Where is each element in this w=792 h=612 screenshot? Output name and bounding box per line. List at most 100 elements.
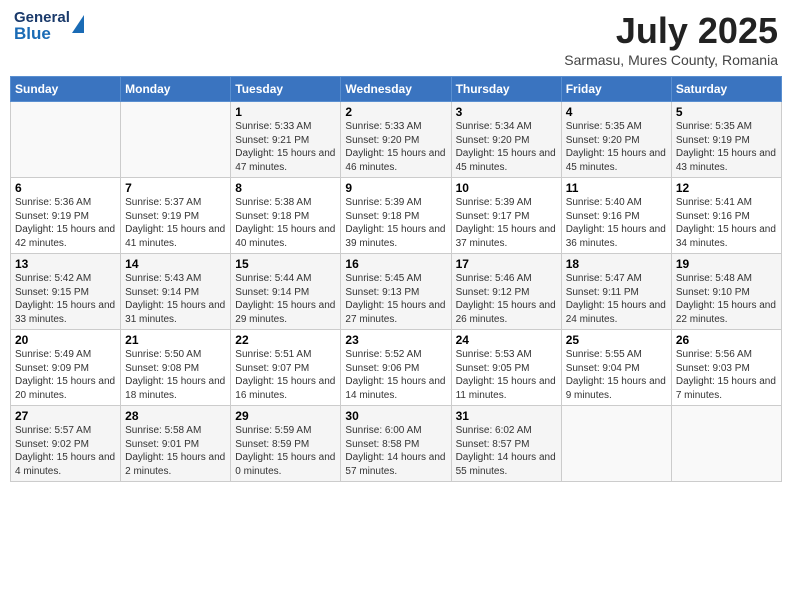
title-area: July 2025 Sarmasu, Mures County, Romania bbox=[564, 10, 778, 68]
calendar-cell: 15Sunrise: 5:44 AMSunset: 9:14 PMDayligh… bbox=[231, 254, 341, 330]
calendar-cell: 31Sunrise: 6:02 AMSunset: 8:57 PMDayligh… bbox=[451, 406, 561, 482]
day-number: 29 bbox=[235, 409, 336, 423]
day-info: Sunrise: 5:56 AMSunset: 9:03 PMDaylight:… bbox=[676, 348, 777, 402]
day-number: 10 bbox=[456, 181, 557, 195]
calendar-cell: 4Sunrise: 5:35 AMSunset: 9:20 PMDaylight… bbox=[561, 102, 671, 178]
day-number: 18 bbox=[566, 257, 667, 271]
calendar-cell: 11Sunrise: 5:40 AMSunset: 9:16 PMDayligh… bbox=[561, 178, 671, 254]
calendar-cell bbox=[671, 406, 781, 482]
day-number: 13 bbox=[15, 257, 116, 271]
day-number: 20 bbox=[15, 333, 116, 347]
day-number: 30 bbox=[345, 409, 446, 423]
calendar-cell: 24Sunrise: 5:53 AMSunset: 9:05 PMDayligh… bbox=[451, 330, 561, 406]
calendar-cell: 18Sunrise: 5:47 AMSunset: 9:11 PMDayligh… bbox=[561, 254, 671, 330]
calendar-cell: 27Sunrise: 5:57 AMSunset: 9:02 PMDayligh… bbox=[11, 406, 121, 482]
day-number: 23 bbox=[345, 333, 446, 347]
day-info: Sunrise: 5:39 AMSunset: 9:17 PMDaylight:… bbox=[456, 196, 557, 250]
day-info: Sunrise: 5:59 AMSunset: 8:59 PMDaylight:… bbox=[235, 424, 336, 478]
calendar-cell: 10Sunrise: 5:39 AMSunset: 9:17 PMDayligh… bbox=[451, 178, 561, 254]
day-info: Sunrise: 5:35 AMSunset: 9:19 PMDaylight:… bbox=[676, 120, 777, 174]
calendar-cell bbox=[11, 102, 121, 178]
day-info: Sunrise: 5:58 AMSunset: 9:01 PMDaylight:… bbox=[125, 424, 226, 478]
day-info: Sunrise: 5:47 AMSunset: 9:11 PMDaylight:… bbox=[566, 272, 667, 326]
weekday-header: Saturday bbox=[671, 77, 781, 102]
day-number: 2 bbox=[345, 105, 446, 119]
location-subtitle: Sarmasu, Mures County, Romania bbox=[564, 52, 778, 68]
day-info: Sunrise: 5:34 AMSunset: 9:20 PMDaylight:… bbox=[456, 120, 557, 174]
calendar-cell: 21Sunrise: 5:50 AMSunset: 9:08 PMDayligh… bbox=[121, 330, 231, 406]
calendar-cell: 28Sunrise: 5:58 AMSunset: 9:01 PMDayligh… bbox=[121, 406, 231, 482]
day-number: 1 bbox=[235, 105, 336, 119]
day-number: 16 bbox=[345, 257, 446, 271]
day-info: Sunrise: 5:43 AMSunset: 9:14 PMDaylight:… bbox=[125, 272, 226, 326]
day-info: Sunrise: 5:33 AMSunset: 9:20 PMDaylight:… bbox=[345, 120, 446, 174]
calendar-cell: 19Sunrise: 5:48 AMSunset: 9:10 PMDayligh… bbox=[671, 254, 781, 330]
day-number: 21 bbox=[125, 333, 226, 347]
calendar-week-row: 1Sunrise: 5:33 AMSunset: 9:21 PMDaylight… bbox=[11, 102, 782, 178]
calendar-cell: 20Sunrise: 5:49 AMSunset: 9:09 PMDayligh… bbox=[11, 330, 121, 406]
day-info: Sunrise: 5:36 AMSunset: 9:19 PMDaylight:… bbox=[15, 196, 116, 250]
calendar-cell: 25Sunrise: 5:55 AMSunset: 9:04 PMDayligh… bbox=[561, 330, 671, 406]
calendar-cell: 8Sunrise: 5:38 AMSunset: 9:18 PMDaylight… bbox=[231, 178, 341, 254]
logo-general: General bbox=[14, 10, 70, 25]
day-info: Sunrise: 5:33 AMSunset: 9:21 PMDaylight:… bbox=[235, 120, 336, 174]
day-info: Sunrise: 5:42 AMSunset: 9:15 PMDaylight:… bbox=[15, 272, 116, 326]
day-number: 17 bbox=[456, 257, 557, 271]
day-number: 6 bbox=[15, 181, 116, 195]
day-info: Sunrise: 5:38 AMSunset: 9:18 PMDaylight:… bbox=[235, 196, 336, 250]
calendar-week-row: 27Sunrise: 5:57 AMSunset: 9:02 PMDayligh… bbox=[11, 406, 782, 482]
day-info: Sunrise: 5:39 AMSunset: 9:18 PMDaylight:… bbox=[345, 196, 446, 250]
day-number: 12 bbox=[676, 181, 777, 195]
calendar-cell: 2Sunrise: 5:33 AMSunset: 9:20 PMDaylight… bbox=[341, 102, 451, 178]
calendar-cell bbox=[561, 406, 671, 482]
logo-text: General Blue bbox=[14, 10, 70, 42]
weekday-header: Wednesday bbox=[341, 77, 451, 102]
calendar-cell: 23Sunrise: 5:52 AMSunset: 9:06 PMDayligh… bbox=[341, 330, 451, 406]
day-info: Sunrise: 5:46 AMSunset: 9:12 PMDaylight:… bbox=[456, 272, 557, 326]
calendar-cell: 7Sunrise: 5:37 AMSunset: 9:19 PMDaylight… bbox=[121, 178, 231, 254]
day-number: 26 bbox=[676, 333, 777, 347]
day-number: 31 bbox=[456, 409, 557, 423]
logo-blue: Blue bbox=[14, 25, 70, 42]
logo: General Blue bbox=[14, 10, 84, 42]
day-number: 14 bbox=[125, 257, 226, 271]
day-number: 5 bbox=[676, 105, 777, 119]
calendar-table: SundayMondayTuesdayWednesdayThursdayFrid… bbox=[10, 76, 782, 482]
day-info: Sunrise: 5:51 AMSunset: 9:07 PMDaylight:… bbox=[235, 348, 336, 402]
day-info: Sunrise: 5:40 AMSunset: 9:16 PMDaylight:… bbox=[566, 196, 667, 250]
calendar-cell: 12Sunrise: 5:41 AMSunset: 9:16 PMDayligh… bbox=[671, 178, 781, 254]
day-number: 22 bbox=[235, 333, 336, 347]
day-info: Sunrise: 6:00 AMSunset: 8:58 PMDaylight:… bbox=[345, 424, 446, 478]
calendar-cell bbox=[121, 102, 231, 178]
weekday-header: Thursday bbox=[451, 77, 561, 102]
calendar-week-row: 6Sunrise: 5:36 AMSunset: 9:19 PMDaylight… bbox=[11, 178, 782, 254]
day-info: Sunrise: 5:37 AMSunset: 9:19 PMDaylight:… bbox=[125, 196, 226, 250]
month-title: July 2025 bbox=[564, 10, 778, 52]
day-number: 4 bbox=[566, 105, 667, 119]
weekday-header: Friday bbox=[561, 77, 671, 102]
calendar-header-row: SundayMondayTuesdayWednesdayThursdayFrid… bbox=[11, 77, 782, 102]
calendar-cell: 9Sunrise: 5:39 AMSunset: 9:18 PMDaylight… bbox=[341, 178, 451, 254]
day-number: 28 bbox=[125, 409, 226, 423]
calendar-cell: 1Sunrise: 5:33 AMSunset: 9:21 PMDaylight… bbox=[231, 102, 341, 178]
day-number: 7 bbox=[125, 181, 226, 195]
day-info: Sunrise: 5:55 AMSunset: 9:04 PMDaylight:… bbox=[566, 348, 667, 402]
weekday-header: Monday bbox=[121, 77, 231, 102]
day-number: 19 bbox=[676, 257, 777, 271]
day-number: 9 bbox=[345, 181, 446, 195]
day-number: 11 bbox=[566, 181, 667, 195]
day-info: Sunrise: 5:50 AMSunset: 9:08 PMDaylight:… bbox=[125, 348, 226, 402]
page-header: General Blue July 2025 Sarmasu, Mures Co… bbox=[10, 10, 782, 68]
day-number: 24 bbox=[456, 333, 557, 347]
day-number: 15 bbox=[235, 257, 336, 271]
calendar-cell: 3Sunrise: 5:34 AMSunset: 9:20 PMDaylight… bbox=[451, 102, 561, 178]
day-info: Sunrise: 5:52 AMSunset: 9:06 PMDaylight:… bbox=[345, 348, 446, 402]
calendar-week-row: 13Sunrise: 5:42 AMSunset: 9:15 PMDayligh… bbox=[11, 254, 782, 330]
weekday-header: Sunday bbox=[11, 77, 121, 102]
calendar-week-row: 20Sunrise: 5:49 AMSunset: 9:09 PMDayligh… bbox=[11, 330, 782, 406]
day-info: Sunrise: 5:44 AMSunset: 9:14 PMDaylight:… bbox=[235, 272, 336, 326]
calendar-cell: 22Sunrise: 5:51 AMSunset: 9:07 PMDayligh… bbox=[231, 330, 341, 406]
day-info: Sunrise: 6:02 AMSunset: 8:57 PMDaylight:… bbox=[456, 424, 557, 478]
day-info: Sunrise: 5:57 AMSunset: 9:02 PMDaylight:… bbox=[15, 424, 116, 478]
weekday-header: Tuesday bbox=[231, 77, 341, 102]
